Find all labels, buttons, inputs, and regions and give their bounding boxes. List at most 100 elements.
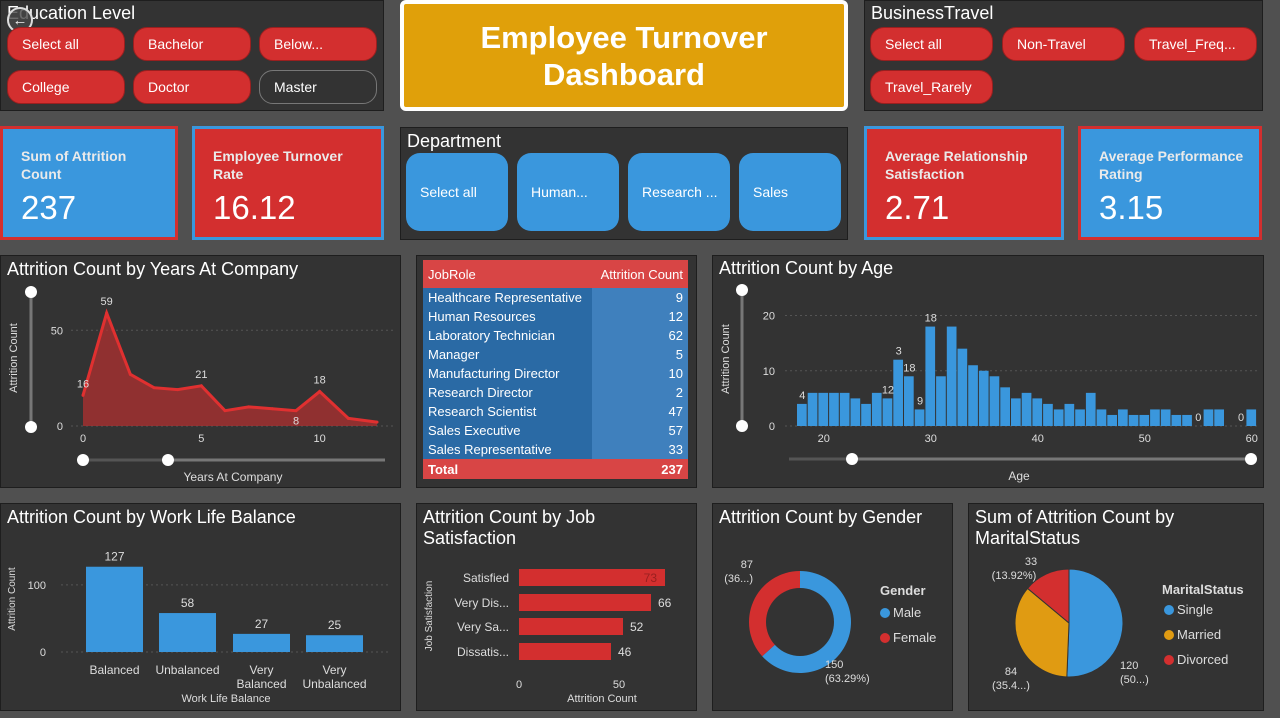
data-label: (35.4...) — [992, 680, 1030, 692]
department-option-sales[interactable]: Sales — [739, 153, 841, 231]
table-header-attrition-count[interactable]: Attrition Count — [592, 260, 688, 288]
data-label: 73 — [644, 571, 658, 585]
x-range-slider-handle-right[interactable] — [162, 454, 174, 466]
legend-swatch — [1164, 630, 1174, 640]
table-row[interactable]: Manufacturing Director 10 — [423, 364, 688, 383]
table-cell-attrition-count: 57 — [592, 421, 688, 440]
dashboard-title: Employee Turnover Dashboard — [480, 19, 768, 92]
data-label: 18 — [314, 375, 326, 387]
travel-option-travel-rarely[interactable]: Travel_Rarely — [870, 70, 993, 104]
travel-option-non-travel[interactable]: Non-Travel — [1002, 27, 1125, 61]
y-range-slider-handle-bottom[interactable] — [25, 421, 37, 433]
education-option-below[interactable]: Below... — [259, 27, 377, 61]
table-row[interactable]: Research Director 2 — [423, 383, 688, 402]
table-header-row: JobRole Attrition Count — [423, 260, 688, 288]
y-tick-label: 20 — [763, 311, 775, 323]
dashboard-title-banner: Employee Turnover Dashboard — [400, 0, 848, 111]
category-label: Dissatis... — [457, 645, 509, 659]
donut-hole — [766, 588, 834, 656]
marital-status-chart: MaritalStatus 120 (50...) 84 (35.4...) 33 (13… — [992, 556, 1244, 692]
table-total-label: Total — [423, 459, 593, 479]
data-label: 12 — [882, 384, 894, 396]
table-row[interactable]: Healthcare Representative 9 — [423, 288, 688, 307]
bar — [946, 326, 957, 426]
table-cell-jobrole: Sales Executive — [423, 421, 593, 440]
travel-option-travel-frequently[interactable]: Travel_Freq... — [1134, 27, 1257, 61]
x-tick-label: 50 — [1139, 433, 1151, 445]
data-label: 21 — [195, 369, 207, 381]
kpi-performance-rating-label: Average Performance Rating — [1099, 148, 1244, 182]
x-range-slider-handle-left[interactable] — [846, 453, 858, 465]
bar — [1203, 409, 1214, 426]
data-point — [318, 390, 322, 394]
department-option-select-all[interactable]: Select all — [406, 153, 508, 231]
data-label: 66 — [658, 596, 672, 610]
education-option-bachelor[interactable]: Bachelor — [133, 27, 251, 61]
jobrole-attrition-table: JobRole Attrition Count Healthcare Repre… — [423, 260, 688, 479]
marital-status-chart-panel: Sum of Attrition Count by MaritalStatus … — [968, 503, 1264, 711]
department-option-research[interactable]: Research ... — [628, 153, 730, 231]
table-row[interactable]: Sales Representative 33 — [423, 440, 688, 459]
age-chart-panel: Attrition Count by Age Age Attrition Cou… — [712, 255, 1264, 488]
x-range-slider-handle-left[interactable] — [77, 454, 89, 466]
data-label: 18 — [925, 313, 937, 325]
gender-chart: Gender 150 (63.29%) 87 (36...) Male Female — [724, 559, 936, 685]
data-point — [176, 388, 180, 392]
kpi-attrition-count-value: 237 — [21, 189, 77, 226]
table-cell-attrition-count: 62 — [592, 326, 688, 345]
x-range-slider-handle-right[interactable] — [1245, 453, 1257, 465]
education-option-college[interactable]: College — [7, 70, 125, 104]
education-option-doctor[interactable]: Doctor — [133, 70, 251, 104]
table-cell-attrition-count: 33 — [592, 440, 688, 459]
data-label: 3 — [896, 346, 902, 358]
bar — [1011, 398, 1021, 426]
y-range-slider-handle-top[interactable] — [25, 286, 37, 298]
bar — [1075, 409, 1085, 426]
x-tick-label: 50 — [613, 679, 625, 691]
legend-swatch — [880, 608, 890, 618]
table-cell-jobrole: Healthcare Representative — [423, 288, 593, 307]
x-tick-label: 0 — [516, 679, 522, 691]
y-tick-label: 10 — [763, 366, 775, 378]
table-header-jobrole[interactable]: JobRole — [423, 260, 593, 288]
y-range-slider-handle-top[interactable] — [736, 284, 748, 296]
table-row[interactable]: Laboratory Technician 62 — [423, 326, 688, 345]
legend-swatch — [880, 633, 890, 643]
x-tick-label: 10 — [314, 433, 326, 445]
bar — [850, 398, 861, 426]
kpi-turnover-rate-value: 16.12 — [213, 189, 296, 226]
bar — [904, 376, 914, 426]
data-point — [375, 420, 379, 424]
pie-slice — [1066, 568, 1124, 678]
table-cell-attrition-count: 12 — [592, 307, 688, 326]
table-cell-attrition-count: 47 — [592, 402, 688, 421]
bar — [519, 618, 623, 635]
x-tick-label: 20 — [818, 433, 830, 445]
work-life-balance-chart-panel: Attrition Count by Work Life Balance Wor… — [0, 503, 401, 711]
bar — [1107, 414, 1117, 426]
data-label: 33 — [1025, 556, 1037, 568]
kpi-turnover-rate-card: Employee Turnover Rate 16.12 — [192, 126, 384, 240]
table-row[interactable]: Sales Executive 57 — [423, 421, 688, 440]
education-option-master[interactable]: Master — [259, 70, 377, 104]
kpi-relationship-satisfaction-card: Average Relationship Satisfaction 2.71 — [864, 126, 1064, 240]
department-option-human-resources[interactable]: Human... — [517, 153, 619, 231]
bar — [306, 635, 363, 652]
table-row[interactable]: Human Resources 12 — [423, 307, 688, 326]
data-label: 4 — [799, 390, 805, 402]
education-option-select-all[interactable]: Select all — [7, 27, 125, 61]
y-tick-label: 50 — [51, 325, 63, 337]
table-cell-jobrole: Human Resources — [423, 307, 593, 326]
x-tick-label: 60 — [1246, 433, 1258, 445]
data-label: (50...) — [1120, 674, 1149, 686]
kpi-attrition-count-label: Sum of Attrition Count — [21, 148, 127, 182]
category-label: Balanced — [236, 677, 286, 691]
y-range-slider-handle-bottom[interactable] — [736, 420, 748, 432]
data-point — [105, 311, 109, 315]
bar — [1043, 403, 1053, 426]
travel-option-select-all[interactable]: Select all — [870, 27, 993, 61]
table-row[interactable]: Manager 5 — [423, 345, 688, 364]
table-row[interactable]: Research Scientist 47 — [423, 402, 688, 421]
category-label: Very — [322, 663, 346, 677]
data-label: 58 — [181, 596, 195, 610]
